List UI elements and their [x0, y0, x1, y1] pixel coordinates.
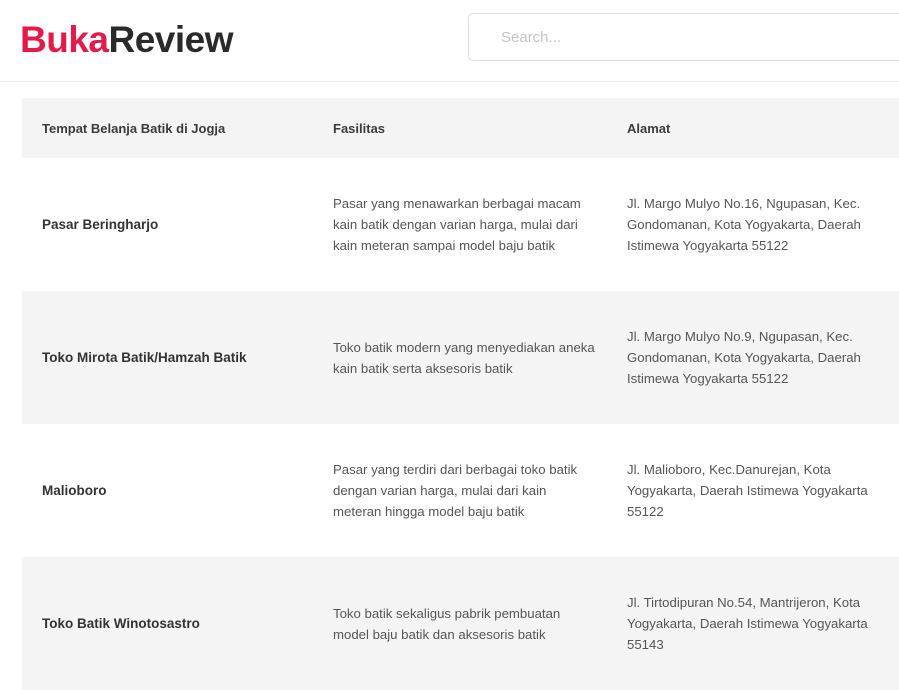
- shop-name: Toko Batik Winotosastro: [42, 616, 200, 631]
- shop-alamat: Jl. Malioboro, Kec.Danurejan, Kota Yogya…: [627, 462, 868, 519]
- shop-fasilitas: Toko batik sekaligus pabrik pembuatan mo…: [333, 605, 561, 642]
- shop-fasilitas: Pasar yang terdiri dari berbagai toko ba…: [333, 462, 578, 519]
- column-header-tempat: Tempat Belanja Batik di Jogja: [42, 120, 226, 136]
- logo-text-buka: Buka: [20, 19, 109, 60]
- table-row: Pasar Beringharjo Pasar yang menawarkan …: [22, 158, 899, 291]
- logo-text-review: Review: [108, 19, 233, 60]
- batik-shops-table: Tempat Belanja Batik di Jogja Fasilitas …: [22, 98, 899, 690]
- table-header-row: Tempat Belanja Batik di Jogja Fasilitas …: [22, 98, 899, 158]
- table-row: Toko Batik Winotosastro Toko batik sekal…: [22, 557, 899, 690]
- column-header-alamat: Alamat: [627, 120, 671, 136]
- shop-fasilitas: Pasar yang menawarkan berbagai macam kai…: [333, 196, 581, 253]
- shop-name: Pasar Beringharjo: [42, 217, 159, 232]
- shop-name: Toko Mirota Batik/Hamzah Batik: [42, 350, 247, 365]
- shop-name: Malioboro: [42, 483, 107, 498]
- shop-alamat: Jl. Margo Mulyo No.9, Ngupasan, Kec. Gon…: [627, 329, 861, 386]
- shop-alamat: Jl. Tirtodipuran No.54, Mantrijeron, Kot…: [627, 595, 868, 652]
- site-header: BukaReview: [0, 0, 899, 82]
- table-row: Toko Mirota Batik/Hamzah Batik Toko bati…: [22, 291, 899, 424]
- column-header-fasilitas: Fasilitas: [333, 120, 386, 136]
- shop-alamat: Jl. Margo Mulyo No.16, Ngupasan, Kec. Go…: [627, 196, 861, 253]
- table-row: Malioboro Pasar yang terdiri dari berbag…: [22, 424, 899, 557]
- site-logo[interactable]: BukaReview: [20, 18, 233, 62]
- search-input[interactable]: [468, 13, 899, 61]
- shop-fasilitas: Toko batik modern yang menyediakan aneka…: [333, 339, 595, 376]
